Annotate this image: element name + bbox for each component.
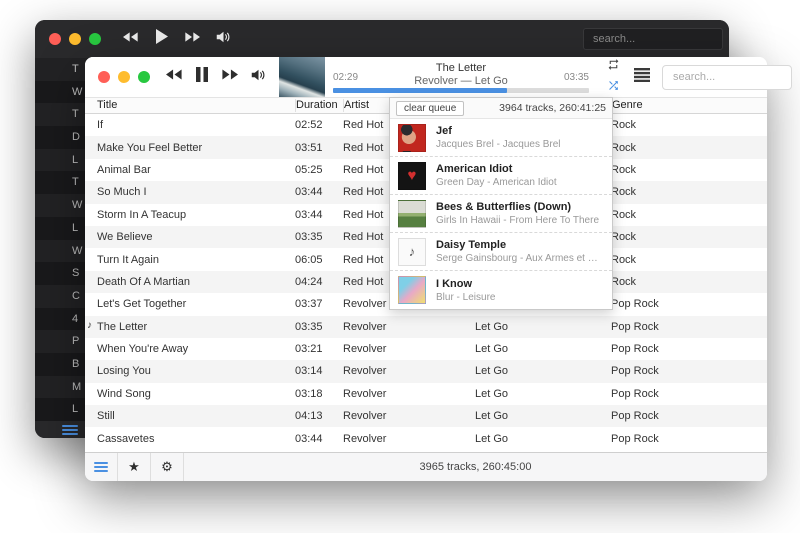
shuffle-icon[interactable] — [607, 79, 620, 97]
elapsed-time: 02:29 — [333, 72, 358, 83]
table-row[interactable]: Still04:13RevolverLet GoPop Rock — [85, 405, 767, 427]
table-row[interactable]: Wind Song03:18RevolverLet GoPop Rock — [85, 383, 767, 405]
gear-icon: ⚙ — [161, 459, 173, 475]
playlists-button[interactable]: ★ — [118, 453, 151, 481]
queue-item-artwork — [398, 124, 426, 152]
queue-dropdown: clear queue 3964 tracks, 260:41:25 JefJa… — [389, 97, 613, 310]
table-row[interactable]: When You're Away03:21RevolverLet GoPop R… — [85, 338, 767, 360]
queue-item-artwork: ♥ — [398, 162, 426, 190]
volume-icon[interactable] — [251, 68, 266, 86]
library-view-button[interactable] — [85, 453, 118, 481]
pause-icon[interactable] — [196, 67, 208, 87]
star-icon: ★ — [128, 459, 140, 475]
queue-item[interactable]: I KnowBlur - Leisure — [390, 271, 612, 309]
main-window: The Letter Revolver — Let Go 02:29 03:35… — [85, 57, 767, 481]
close-button[interactable] — [49, 33, 61, 45]
queue-item[interactable]: ♪ Daisy TempleSerge Gainsbourg - Aux Arm… — [390, 233, 612, 271]
minimize-button[interactable] — [69, 33, 81, 45]
column-header-duration[interactable]: Duration — [295, 99, 343, 112]
queue-item[interactable]: ♥ American IdiotGreen Day - American Idi… — [390, 157, 612, 195]
zoom-button[interactable] — [89, 33, 101, 45]
minimize-button[interactable] — [118, 71, 130, 83]
zoom-button[interactable] — [138, 71, 150, 83]
next-track-icon[interactable] — [184, 30, 200, 48]
column-header-genre[interactable]: Genre — [611, 99, 767, 112]
previous-track-icon[interactable] — [123, 30, 139, 48]
next-track-icon[interactable] — [221, 68, 238, 86]
queue-list-icon[interactable] — [634, 68, 650, 87]
list-view-icon[interactable] — [62, 425, 78, 435]
queue-item-artwork — [398, 276, 426, 304]
settings-button[interactable]: ⚙ — [151, 453, 184, 481]
back-traffic-lights — [49, 33, 101, 45]
table-row[interactable]: Cassavetes03:44RevolverLet GoPop Rock — [85, 427, 767, 449]
queue-item[interactable]: Bees & Butterflies (Down)Girls In Hawaii… — [390, 195, 612, 233]
music-note-icon: ♪ — [409, 244, 416, 259]
now-playing-title: The Letter — [325, 57, 597, 74]
column-header-title[interactable]: Title — [85, 99, 295, 112]
progress-fill — [333, 88, 507, 93]
total-time: 03:35 — [564, 72, 589, 83]
library-status-text: 3965 tracks, 260:45:00 — [184, 453, 767, 481]
heart-icon: ♥ — [408, 167, 417, 184]
play-icon[interactable] — [155, 29, 168, 49]
now-playing-subtitle: Revolver — Let Go — [325, 75, 597, 87]
repeat-icon[interactable] — [607, 58, 620, 76]
queue-item[interactable]: JefJacques Brel - Jacques Brel — [390, 119, 612, 157]
queue-item-artwork — [398, 200, 426, 228]
volume-icon[interactable] — [216, 30, 231, 48]
table-row[interactable]: Losing You03:14RevolverLet GoPop Rock — [85, 360, 767, 382]
previous-track-icon[interactable] — [166, 68, 183, 86]
table-row-now-playing[interactable]: ♪The Letter03:35RevolverLet GoPop Rock — [85, 316, 767, 338]
close-button[interactable] — [98, 71, 110, 83]
clear-queue-button[interactable]: clear queue — [396, 101, 464, 116]
progress-bar[interactable] — [333, 88, 589, 93]
list-view-icon — [94, 462, 108, 472]
player-toolbar: The Letter Revolver — Let Go 02:29 03:35 — [85, 57, 767, 97]
album-art — [279, 57, 325, 97]
traffic-lights — [98, 71, 150, 83]
now-playing-panel[interactable]: The Letter Revolver — Let Go 02:29 03:35 — [325, 57, 597, 97]
queue-summary: 3964 tracks, 260:41:25 — [499, 102, 606, 114]
queue-item-artwork-placeholder: ♪ — [398, 238, 426, 266]
back-window-titlebar — [35, 20, 729, 58]
back-search-input[interactable] — [583, 28, 723, 50]
status-bar: ★ ⚙ 3965 tracks, 260:45:00 — [85, 452, 767, 481]
playing-indicator-icon: ♪ — [87, 321, 92, 331]
search-input[interactable] — [662, 65, 792, 90]
queue-header: clear queue 3964 tracks, 260:41:25 — [390, 98, 612, 119]
